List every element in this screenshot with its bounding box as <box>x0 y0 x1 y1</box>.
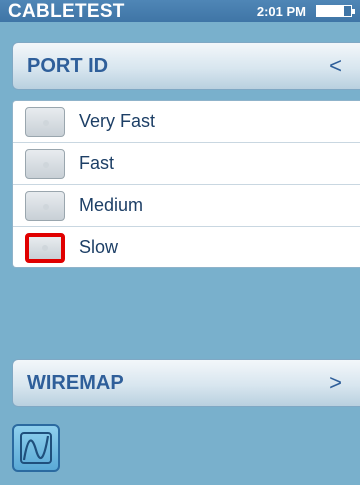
option-label: Medium <box>79 195 144 215</box>
checkbox[interactable] <box>25 149 65 179</box>
option-label: Very Fast <box>79 111 156 131</box>
port-id-label: PORT ID <box>27 55 109 77</box>
status-bar: CABLETEST 2:01 PM <box>0 0 360 22</box>
option-label: Slow <box>79 237 119 257</box>
port-id-header[interactable]: PORT ID < <box>12 42 360 90</box>
option-slow[interactable]: Slow <box>13 227 360 269</box>
option-medium[interactable]: Medium <box>13 185 360 227</box>
clock: 2:01 PM <box>256 4 306 19</box>
option-very-fast[interactable]: Very Fast <box>13 101 360 143</box>
option-label: Fast <box>79 153 115 173</box>
port-id-options: Very Fast Fast Medium Slow <box>12 100 360 268</box>
collapse-chevron-icon[interactable]: < <box>329 53 342 79</box>
graph-icon <box>20 432 52 464</box>
app-title: CABLETEST <box>8 1 125 22</box>
battery-icon <box>316 5 355 17</box>
checkbox-focused[interactable] <box>25 233 65 263</box>
graph-button[interactable] <box>12 424 60 472</box>
wiremap-header[interactable]: WIREMAP > <box>12 359 360 407</box>
option-fast[interactable]: Fast <box>13 143 360 185</box>
checkbox[interactable] <box>25 107 65 137</box>
checkbox[interactable] <box>25 191 65 221</box>
wiremap-label: WIREMAP <box>27 372 124 394</box>
expand-chevron-icon[interactable]: > <box>329 370 342 396</box>
